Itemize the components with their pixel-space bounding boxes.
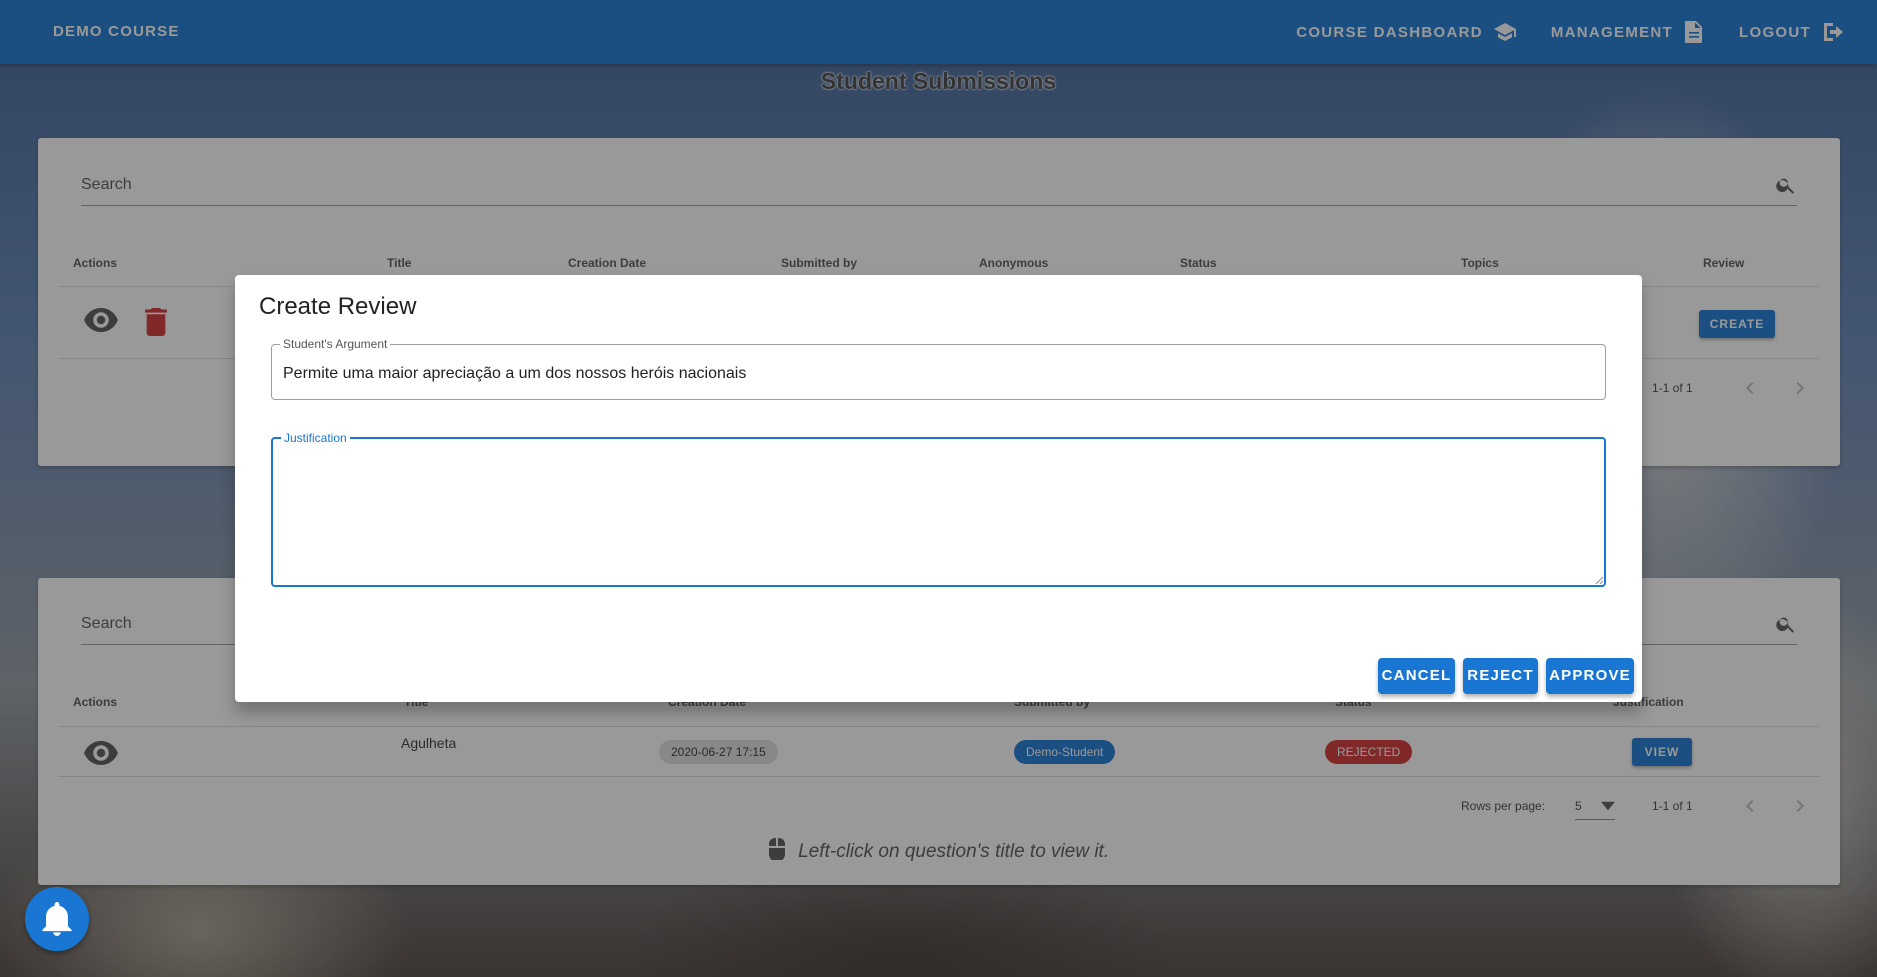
reject-button[interactable]: REJECT <box>1463 658 1538 694</box>
student-argument-label: Student's Argument <box>283 337 388 351</box>
bell-icon <box>42 902 72 936</box>
resize-handle-icon[interactable] <box>1595 576 1603 584</box>
create-review-dialog: Create Review Student's Argument Permite… <box>235 275 1642 702</box>
approve-button[interactable]: APPROVE <box>1546 658 1634 694</box>
student-argument-value: Permite uma maior apreciação a um dos no… <box>283 365 747 382</box>
student-argument-field[interactable]: Student's Argument Permite uma maior apr… <box>271 338 1606 400</box>
justification-textarea[interactable]: Justification <box>271 432 1606 587</box>
notifications-button[interactable] <box>25 887 89 951</box>
cancel-button[interactable]: CANCEL <box>1378 658 1455 694</box>
dialog-title: Create Review <box>259 293 417 320</box>
justification-label: Justification <box>284 431 347 445</box>
